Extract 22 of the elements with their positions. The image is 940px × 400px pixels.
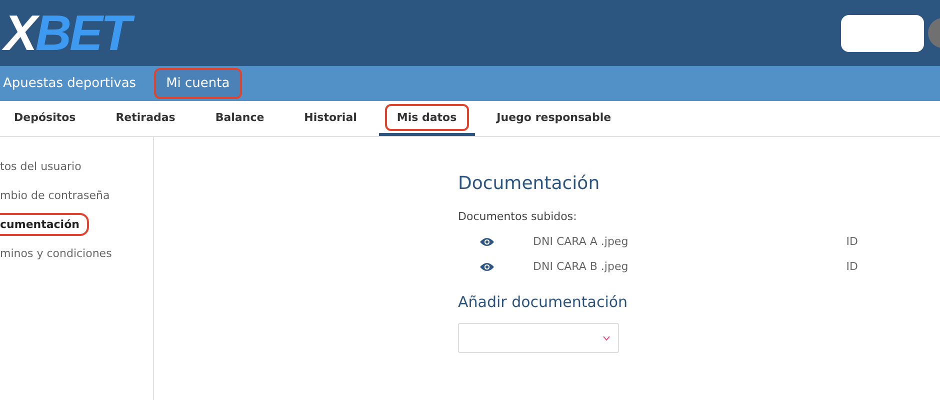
tab[interactable]: Juego responsable (478, 101, 630, 136)
section-title: Documentación (458, 173, 601, 194)
tab[interactable]: Balance (197, 101, 282, 136)
document-name: DNI CARA A .jpeg (533, 235, 630, 248)
logo[interactable]: XBET (0, 3, 140, 63)
document-name: DNI CARA B .jpeg (533, 260, 630, 273)
sidebar-item[interactable]: cumentación (0, 213, 90, 236)
uploaded-label: Documentos subidos: (458, 210, 578, 223)
sidebar-item[interactable]: minos y condiciones (0, 242, 122, 265)
eye-icon[interactable] (480, 262, 494, 272)
tab[interactable]: Depósitos (0, 101, 94, 136)
sidebar-item[interactable]: tos del usuario (0, 155, 92, 178)
nav-link[interactable]: Mi cuenta (154, 68, 242, 99)
document-type: ID (846, 260, 858, 273)
tab[interactable]: Historial (286, 101, 375, 136)
chevron-down-icon (603, 336, 610, 340)
eye-icon[interactable] (480, 236, 494, 246)
login-button[interactable] (841, 14, 924, 52)
section-title: Añadir documentación (458, 293, 629, 311)
sidebar-item[interactable]: mbio de contraseña (0, 184, 120, 207)
document-type: ID (846, 235, 858, 248)
tab[interactable]: Retiradas (98, 101, 194, 136)
